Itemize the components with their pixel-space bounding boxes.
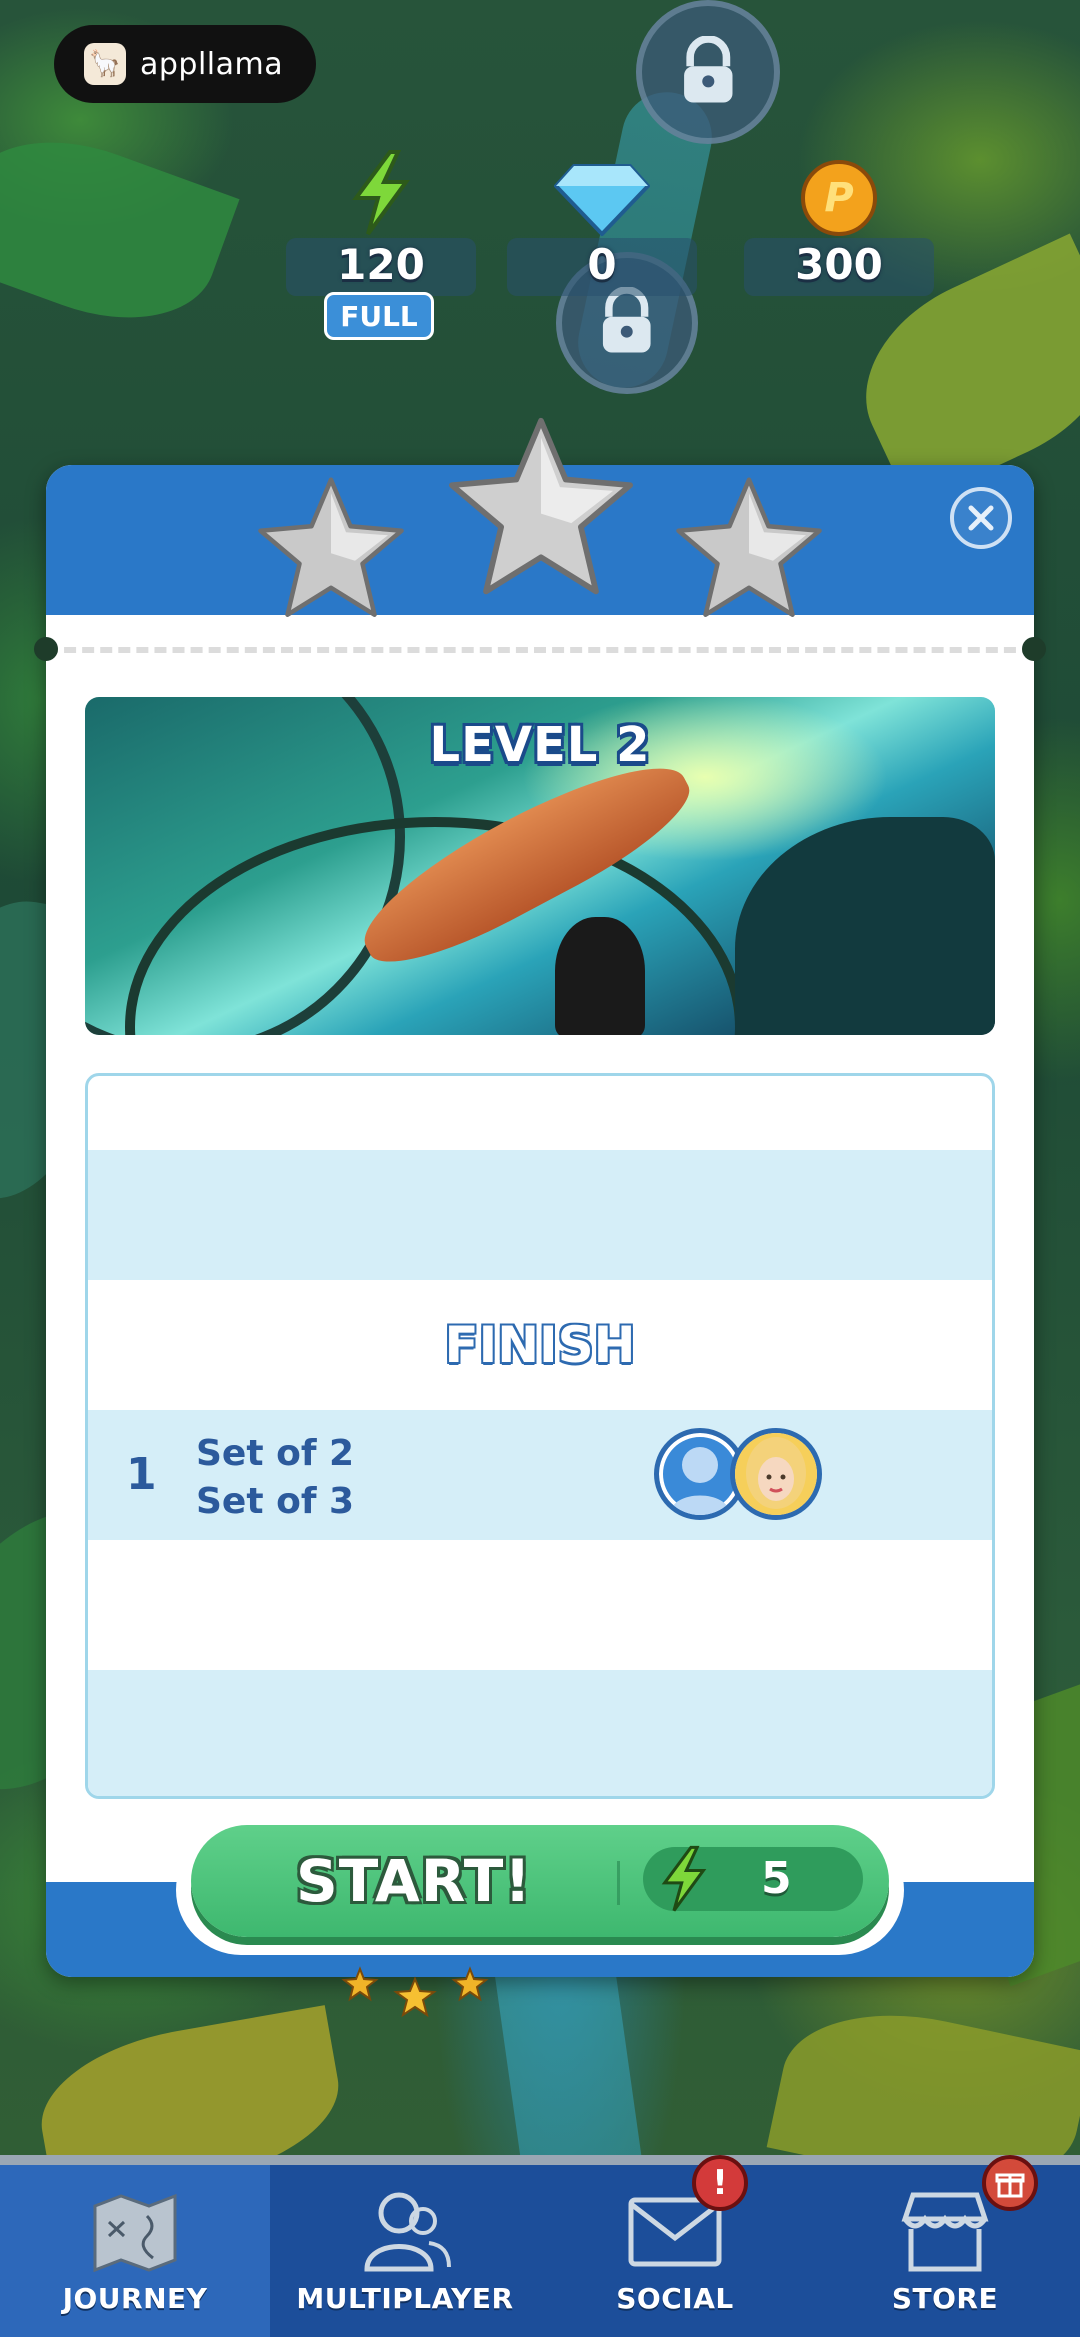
coins-counter[interactable]: P 300	[744, 150, 934, 296]
start-label: START!	[296, 1847, 532, 1915]
opponent-avatar[interactable]	[730, 1428, 822, 1520]
leaderboard-row[interactable]: 1 Set of 2 Set of 3	[88, 1410, 992, 1540]
users-icon	[357, 2186, 453, 2278]
close-icon	[968, 505, 994, 531]
nav-label: SOCIAL	[616, 2282, 734, 2315]
energy-value: 120	[337, 240, 425, 289]
bottom-navigation: JOURNEY MULTIPLAYER ! SOCIAL STORE	[0, 2155, 1080, 2337]
star-icon-empty	[676, 477, 822, 617]
notification-alert-badge[interactable]: !	[692, 2155, 748, 2211]
coins-value: 300	[795, 240, 883, 289]
llama-logo-icon: 🦙	[84, 43, 126, 85]
nav-multiplayer[interactable]: MULTIPLAYER	[270, 2165, 540, 2337]
energy-cost: 5	[643, 1845, 863, 1912]
leaderboard-panel: FINISH 1 Set of 2 Set of 3	[85, 1073, 995, 1799]
start-button[interactable]: START! 5	[191, 1825, 889, 1937]
energy-counter[interactable]: 120	[286, 150, 476, 296]
diamond-icon	[507, 150, 697, 236]
star-icon-empty	[449, 417, 633, 595]
gems-value: 0	[587, 240, 617, 289]
map-icon	[89, 2186, 181, 2278]
nav-label: STORE	[891, 2282, 999, 2315]
level-preview-image: LEVEL 2	[85, 697, 995, 1035]
close-button[interactable]	[950, 487, 1012, 549]
energy-full-badge: FULL	[324, 292, 434, 340]
ticket-perforation	[46, 647, 1034, 653]
level-stars-icon	[341, 1966, 489, 2018]
finish-label: FINISH	[444, 1316, 636, 1374]
coin-symbol: P	[824, 175, 854, 221]
lightning-bolt-icon	[661, 1845, 707, 1912]
nav-store[interactable]: STORE	[810, 2155, 1080, 2337]
nav-social[interactable]: ! SOCIAL	[540, 2155, 810, 2337]
rank-number: 1	[126, 1449, 157, 1500]
nav-label: JOURNEY	[62, 2282, 208, 2315]
gems-counter[interactable]: 0	[507, 150, 697, 296]
level-title: LEVEL 2	[429, 717, 651, 773]
blonde-woman-avatar-icon	[735, 1433, 817, 1515]
finish-row: FINISH	[88, 1280, 992, 1410]
locked-level-marker[interactable]	[636, 0, 780, 144]
energy-cost-value: 5	[761, 1853, 792, 1904]
nav-journey[interactable]: JOURNEY	[0, 2165, 270, 2337]
brand-watermark: 🦙 appllama	[54, 25, 316, 103]
brand-name: appllama	[140, 46, 284, 82]
coin-icon: P	[744, 150, 934, 236]
level-start-modal: LEVEL 2 FINISH 1 Set of 2 Set of 3 START…	[34, 417, 1046, 1977]
lightning-bolt-icon	[286, 150, 476, 236]
gift-icon	[995, 2173, 1025, 2198]
star-icon-empty	[258, 477, 404, 617]
lock-icon	[683, 35, 733, 103]
nav-label: MULTIPLAYER	[296, 2282, 514, 2315]
lock-icon	[603, 287, 651, 353]
store-icon	[897, 2186, 993, 2278]
player-sets: Set of 2 Set of 3	[196, 1433, 355, 1522]
gift-badge[interactable]	[982, 2155, 1038, 2211]
person-icon	[670, 1447, 730, 1515]
